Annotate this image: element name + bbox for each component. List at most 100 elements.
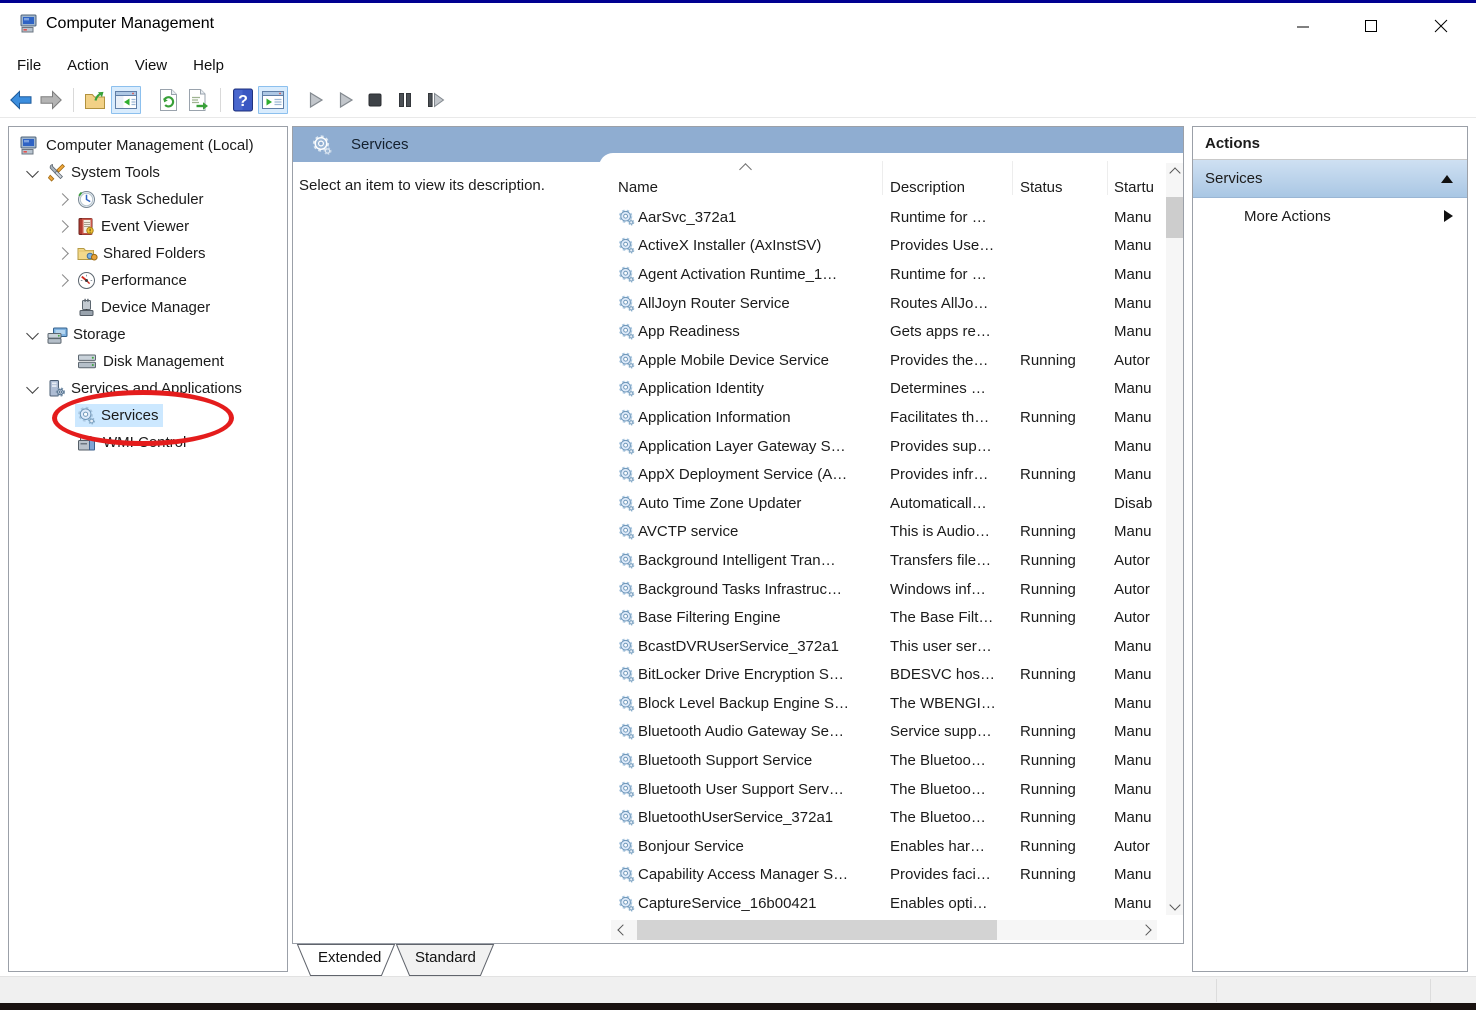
tree-item-content[interactable]: Event Viewer <box>75 215 193 238</box>
scroll-down-arrow[interactable] <box>1166 898 1183 915</box>
column-header-name[interactable]: Name <box>618 179 658 196</box>
restart-service-button[interactable] <box>420 86 450 114</box>
service-row[interactable]: Background Intelligent Tran…Transfers fi… <box>599 546 1166 575</box>
refresh-button[interactable] <box>153 86 183 114</box>
tree-item-device-manager[interactable]: Device Manager <box>9 294 287 321</box>
service-row[interactable]: AppX Deployment Service (A…Provides infr… <box>599 460 1166 489</box>
service-row[interactable]: Bluetooth Audio Gateway Se…Service supp…… <box>599 718 1166 747</box>
tree-item-performance[interactable]: Performance <box>9 267 287 294</box>
tree-item-computer-management-local[interactable]: Computer Management (Local) <box>9 132 287 159</box>
service-row[interactable]: Bonjour ServiceEnables har…RunningAutor <box>599 832 1166 861</box>
chevron-collapsed-icon[interactable] <box>49 249 75 258</box>
service-row[interactable]: AarSvc_372a1Runtime for …Manu <box>599 203 1166 232</box>
service-startup-type: Manu <box>1114 209 1166 226</box>
tree-item-content[interactable]: Services <box>75 404 163 427</box>
tree-item-content[interactable]: WMI Control <box>75 432 190 454</box>
column-header-status[interactable]: Status <box>1020 179 1063 196</box>
tree-item-wmi-control[interactable]: WMI Control <box>9 429 287 456</box>
chevron-expanded-icon[interactable] <box>19 332 45 338</box>
tree-item-services[interactable]: Services <box>9 402 287 429</box>
service-row[interactable]: Apple Mobile Device ServiceProvides the…… <box>599 346 1166 375</box>
pause-service-button[interactable] <box>390 86 420 114</box>
service-row[interactable]: Bluetooth User Support Serv…The Bluetoo…… <box>599 775 1166 804</box>
tree-item-content[interactable]: Computer Management (Local) <box>18 134 258 157</box>
chevron-collapsed-icon[interactable] <box>49 276 75 285</box>
tree-item-services-and-applications[interactable]: Services and Applications <box>9 375 287 402</box>
tree-item-content[interactable]: Device Manager <box>75 296 214 319</box>
tree-item-content[interactable]: Performance <box>75 269 191 292</box>
horizontal-scrollbar-thumb[interactable] <box>637 920 997 940</box>
service-row[interactable]: CaptureService_16b00421Enables opti…Manu <box>599 889 1166 918</box>
up-one-level-button[interactable] <box>81 86 111 114</box>
chevron-collapsed-icon[interactable] <box>49 195 75 204</box>
service-row[interactable]: AllJoyn Router ServiceRoutes AllJo…Manu <box>599 289 1166 318</box>
show-console-tree-button[interactable] <box>111 86 141 114</box>
column-header-startup-type[interactable]: Startu <box>1114 179 1154 196</box>
scroll-right-arrow[interactable] <box>1137 920 1157 940</box>
back-button[interactable] <box>6 86 36 114</box>
chevron-expanded-icon[interactable] <box>19 386 45 392</box>
tree-item-content[interactable]: Task Scheduler <box>75 188 208 211</box>
service-description: Provides the… <box>890 352 1020 369</box>
column-divider[interactable] <box>1107 161 1108 195</box>
maximize-button[interactable] <box>1358 13 1384 39</box>
tree-item-shared-folders[interactable]: Shared Folders <box>9 240 287 267</box>
column-divider[interactable] <box>1012 161 1013 195</box>
tab-extended[interactable]: Extended <box>318 949 381 966</box>
tree-item-content[interactable]: Disk Management <box>75 351 228 372</box>
service-row[interactable]: BcastDVRUserService_372a1This user ser…M… <box>599 632 1166 661</box>
service-name: Bonjour Service <box>638 838 890 855</box>
more-actions-item[interactable]: More Actions <box>1193 198 1467 234</box>
actions-services-section[interactable]: Services <box>1193 160 1467 198</box>
service-row[interactable]: Background Tasks Infrastruc…Windows inf…… <box>599 575 1166 604</box>
tree-item-disk-management[interactable]: Disk Management <box>9 348 287 375</box>
minimize-button[interactable] <box>1290 13 1316 39</box>
service-row[interactable]: App ReadinessGets apps re…Manu <box>599 317 1166 346</box>
scroll-left-arrow[interactable] <box>611 920 631 940</box>
tree-item-content[interactable]: Shared Folders <box>75 242 210 265</box>
tree-item-storage[interactable]: Storage <box>9 321 287 348</box>
tree-item-content[interactable]: System Tools <box>45 161 164 184</box>
service-row[interactable]: Bluetooth Support ServiceThe Bluetoo…Run… <box>599 746 1166 775</box>
chevron-expanded-icon[interactable] <box>19 170 45 176</box>
vertical-scrollbar[interactable] <box>1166 163 1183 915</box>
menu-file[interactable]: File <box>4 51 54 80</box>
chevron-collapsed-icon[interactable] <box>49 222 75 231</box>
horizontal-scrollbar[interactable] <box>611 920 1157 940</box>
start-service-button[interactable] <box>300 86 330 114</box>
service-row[interactable]: ActiveX Installer (AxInstSV)Provides Use… <box>599 232 1166 261</box>
menu-help[interactable]: Help <box>180 51 237 80</box>
forward-button[interactable] <box>36 86 66 114</box>
service-row[interactable]: AVCTP serviceThis is Audio…RunningManu <box>599 518 1166 547</box>
service-row[interactable]: Application IdentityDetermines …Manu <box>599 375 1166 404</box>
resume-service-button[interactable] <box>330 86 360 114</box>
column-divider[interactable] <box>882 161 883 195</box>
column-header-description[interactable]: Description <box>890 179 965 196</box>
service-row[interactable]: Block Level Backup Engine S…The WBENGI…M… <box>599 689 1166 718</box>
collapse-section-icon[interactable] <box>1441 175 1453 183</box>
vertical-scrollbar-thumb[interactable] <box>1166 197 1183 238</box>
menu-view[interactable]: View <box>122 51 180 80</box>
service-row[interactable]: Capability Access Manager S…Provides fac… <box>599 861 1166 890</box>
export-list-button[interactable] <box>183 86 213 114</box>
help-button[interactable]: ? <box>228 86 258 114</box>
service-row[interactable]: BluetoothUserService_372a1The Bluetoo…Ru… <box>599 803 1166 832</box>
service-row[interactable]: Application Layer Gateway S…Provides sup… <box>599 432 1166 461</box>
service-row[interactable]: Base Filtering EngineThe Base Filt…Runni… <box>599 603 1166 632</box>
scroll-up-arrow[interactable] <box>1166 163 1183 180</box>
computer-management-app-icon <box>20 14 41 38</box>
service-row[interactable]: Auto Time Zone UpdaterAutomaticall…Disab <box>599 489 1166 518</box>
tree-item-task-scheduler[interactable]: Task Scheduler <box>9 186 287 213</box>
service-row[interactable]: Application InformationFacilitates th…Ru… <box>599 403 1166 432</box>
service-row[interactable]: Agent Activation Runtime_1…Runtime for …… <box>599 260 1166 289</box>
menu-action[interactable]: Action <box>54 51 122 80</box>
close-button[interactable] <box>1428 13 1454 39</box>
tab-standard[interactable]: Standard <box>415 949 476 966</box>
tree-item-system-tools[interactable]: System Tools <box>9 159 287 186</box>
tree-item-content[interactable]: Storage <box>45 323 130 346</box>
stop-service-button[interactable] <box>360 86 390 114</box>
tree-item-event-viewer[interactable]: Event Viewer <box>9 213 287 240</box>
service-row[interactable]: BitLocker Drive Encryption S…BDESVC hos…… <box>599 661 1166 690</box>
tree-item-content[interactable]: Services and Applications <box>45 377 246 400</box>
show-action-pane-button[interactable] <box>258 86 288 114</box>
